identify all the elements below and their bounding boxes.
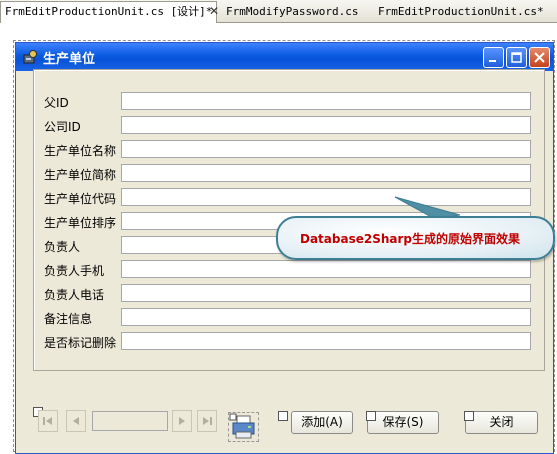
close-button-label: 关闭 [489,415,514,429]
field-row-parent-id: 父ID [34,92,544,112]
tab-label: FrmEditProductionUnit.cs* [378,5,544,18]
remarks-input[interactable] [121,308,531,326]
component-marker-icon [278,411,288,421]
manager-phone-input[interactable] [121,284,531,302]
parent-id-input[interactable] [121,92,531,110]
field-row-unit-short-name: 生产单位简称 [34,164,544,184]
add-button[interactable]: 添加(A) [291,411,353,434]
deleted-flag-input[interactable] [121,332,531,350]
close-icon[interactable]: ✕ [207,4,221,18]
tab-frm-modify-password[interactable]: FrmModifyPassword.cs [226,2,358,21]
tab-label: FrmEditProductionUnit.cs [设计]* [5,5,213,18]
close-icon[interactable] [529,47,550,68]
document-tab-strip: FrmEditProductionUnit.cs [设计]* ✕ FrmModi… [0,0,557,23]
unit-short-name-input[interactable] [121,164,531,182]
component-marker-icon [464,411,474,421]
field-row-deleted-flag: 是否标记删除 [34,332,544,352]
app-icon [23,50,37,64]
designer-surface: 生产单位 父ID 公司ID 生产单位名称 生产单位简称 生产单位代码 生产单位排… [0,23,557,454]
position-input[interactable] [92,411,168,431]
field-label: 公司ID [44,120,81,134]
move-last-button[interactable] [197,410,217,432]
field-row-manager-mobile: 负责人手机 [34,260,544,280]
annotation-callout: Database2Sharp生成的原始界面效果 [276,216,555,260]
close-button[interactable]: 关闭 [465,411,538,434]
field-label: 负责人电话 [44,288,105,302]
move-previous-button[interactable] [66,410,86,432]
field-label: 父ID [44,96,69,110]
field-label: 是否标记删除 [44,336,117,350]
component-marker-icon [366,411,376,421]
minimize-icon[interactable] [483,47,504,68]
maximize-icon[interactable] [506,47,527,68]
field-label: 生产单位名称 [44,144,117,158]
window-title: 生产单位 [43,52,96,67]
save-button[interactable]: 保存(S) [367,411,439,434]
unit-name-input[interactable] [121,140,531,158]
field-label: 负责人手机 [44,264,105,278]
field-row-unit-name: 生产单位名称 [34,140,544,160]
move-first-button[interactable] [38,410,58,432]
move-next-button[interactable] [172,410,192,432]
tab-label: FrmModifyPassword.cs [226,5,359,18]
field-label: 负责人 [44,240,81,254]
window-titlebar[interactable]: 生产单位 [16,43,553,71]
print-button[interactable] [228,412,259,442]
field-label: 备注信息 [44,312,93,326]
field-label: 生产单位代码 [44,192,117,206]
callout-text: Database2Sharp生成的原始界面效果 [300,232,521,246]
printer-icon [229,413,255,439]
tab-frm-edit-production-unit-design[interactable]: FrmEditProductionUnit.cs [设计]* [0,1,218,23]
field-label: 生产单位简称 [44,168,117,182]
field-label: 生产单位排序 [44,216,117,230]
company-id-input[interactable] [121,116,531,134]
save-button-label: 保存(S) [382,415,424,429]
tab-frm-edit-production-unit-code[interactable]: FrmEditProductionUnit.cs* [378,2,544,21]
field-row-manager-phone: 负责人电话 [34,284,544,304]
field-row-remarks: 备注信息 [34,308,544,328]
field-row-company-id: 公司ID [34,116,544,136]
add-button-label: 添加(A) [301,415,343,429]
manager-mobile-input[interactable] [121,260,531,278]
